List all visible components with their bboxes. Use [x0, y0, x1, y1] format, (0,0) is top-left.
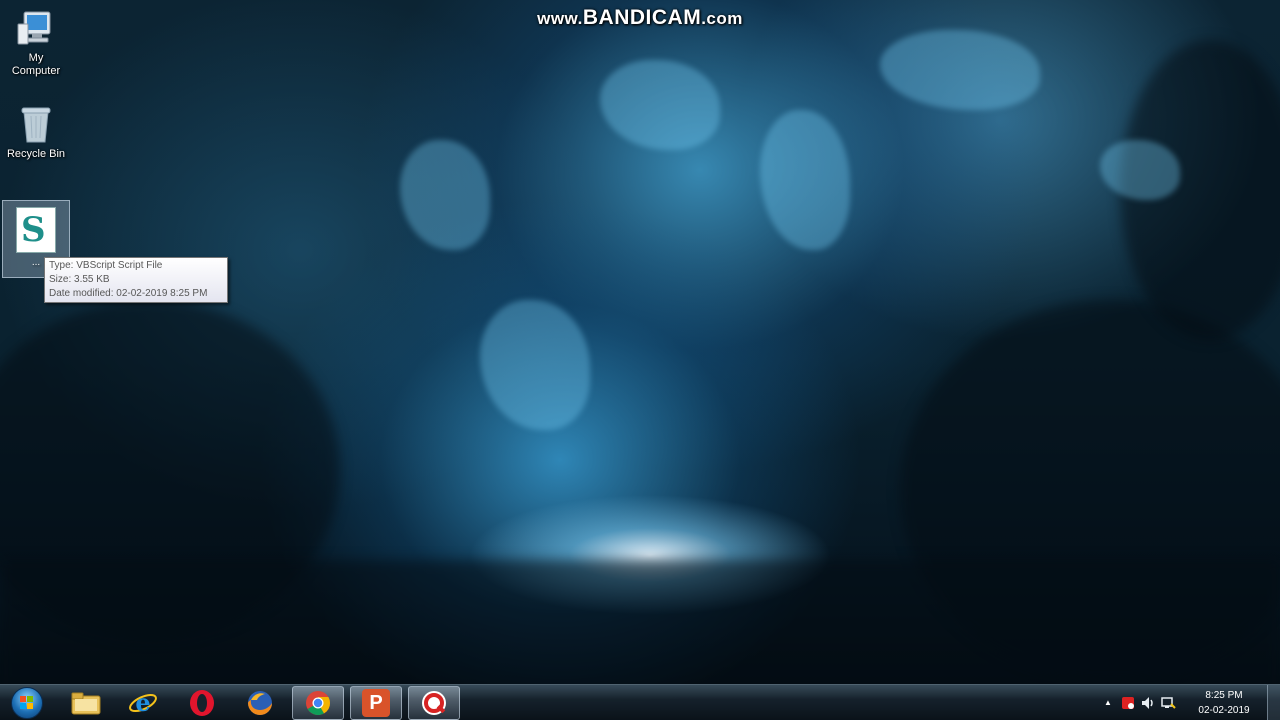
system-tray: ▲ 8:25 PM 02-02-2019 [1100, 685, 1280, 720]
taskbar-clock[interactable]: 8:25 PM 02-02-2019 [1194, 688, 1254, 718]
watermark-brand: BANDICAM [582, 6, 702, 29]
clock-date: 02-02-2019 [1198, 705, 1250, 716]
wallpaper-highlight [760, 110, 850, 250]
tooltip-size: Size: 3.55 KB [49, 274, 110, 285]
watermark-suffix: .com [701, 9, 743, 28]
internet-explorer-icon: e [129, 688, 157, 717]
show-desktop-button[interactable] [1267, 685, 1280, 720]
bandicam-icon [422, 691, 446, 715]
tray-antivirus-icon[interactable] [1120, 695, 1136, 711]
file-info-tooltip: Type: VBScript Script File Size: 3.55 KB… [44, 257, 228, 303]
firefox-icon [248, 691, 272, 715]
taskbar-firefox[interactable] [234, 686, 286, 720]
volume-icon[interactable] [1140, 695, 1156, 711]
taskbar-chrome[interactable] [292, 686, 344, 720]
tooltip-modified: Date modified: 02-02-2019 8:25 PM [49, 288, 208, 299]
wallpaper-highlight [480, 300, 590, 430]
p-app-icon: P [362, 689, 390, 717]
clock-time: 8:25 PM [1205, 690, 1243, 701]
bandicam-watermark: www.BANDICAM.com [0, 6, 1280, 30]
my-computer-label-1: My [28, 52, 44, 64]
taskbar-internet-explorer[interactable]: e [117, 686, 169, 720]
opera-icon [190, 690, 214, 716]
network-icon[interactable] [1160, 695, 1176, 711]
taskbar: e P ▲ 8:25 PM 02-02-2019 [0, 684, 1280, 720]
svg-text:e: e [135, 688, 150, 717]
chrome-icon [306, 691, 330, 716]
wallpaper-highlight [600, 60, 720, 150]
taskbar-file-explorer[interactable] [60, 686, 112, 720]
tooltip-type: Type: VBScript Script File [49, 260, 163, 271]
wallpaper-highlight [400, 140, 490, 250]
recycle-bin-shortcut[interactable]: Recycle Bin [2, 104, 70, 161]
watermark-prefix: www. [537, 9, 583, 28]
show-hidden-icons-button[interactable]: ▲ [1100, 695, 1116, 711]
start-button[interactable] [8, 686, 46, 720]
taskbar-opera[interactable] [176, 686, 228, 720]
vbscript-file-icon: S [16, 207, 56, 253]
taskbar-p-app[interactable]: P [350, 686, 402, 720]
computer-icon [16, 10, 56, 48]
taskbar-bandicam[interactable] [408, 686, 460, 720]
desktop[interactable]: www.BANDICAM.com My Computer Recycle Bin… [0, 0, 1280, 720]
chevron-up-icon: ▲ [1104, 698, 1112, 707]
my-computer-label-2: Computer [11, 65, 61, 77]
windows-logo-icon [11, 687, 43, 719]
wallpaper-highlight [1100, 140, 1180, 200]
folder-icon [71, 692, 101, 715]
recycle-bin-icon [19, 104, 53, 144]
wallpaper-highlight [880, 30, 1040, 110]
recycle-bin-label: Recycle Bin [6, 148, 66, 160]
my-computer-shortcut[interactable]: My Computer [2, 10, 70, 78]
